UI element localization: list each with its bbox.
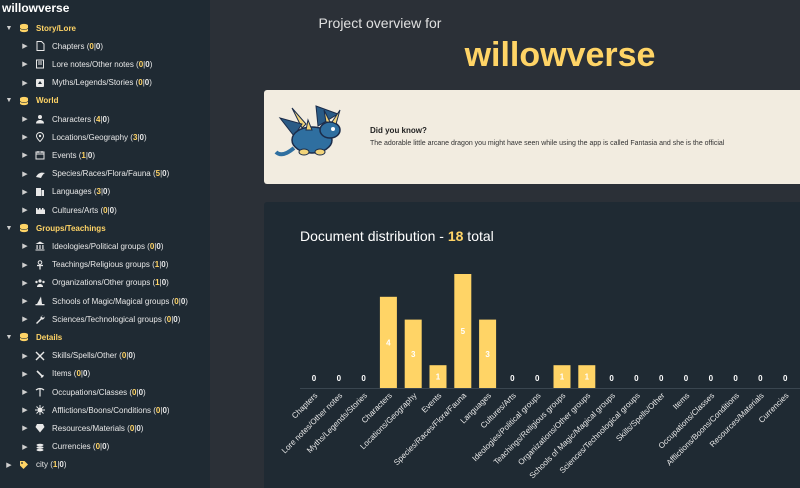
- data-label: 0: [609, 374, 614, 383]
- data-label: 0: [659, 374, 664, 383]
- data-label: 1: [560, 373, 565, 382]
- data-label: 5: [461, 327, 466, 336]
- data-label: 0: [337, 374, 342, 383]
- data-label: 0: [733, 374, 738, 383]
- data-label: 0: [783, 374, 788, 383]
- data-label: 4: [386, 338, 391, 347]
- data-label: 0: [634, 374, 639, 383]
- x-tick-label: Items: [671, 391, 691, 411]
- x-tick-label: Events: [420, 391, 444, 415]
- data-label: 0: [709, 374, 714, 383]
- data-label: 0: [361, 374, 366, 383]
- data-label: 0: [684, 374, 689, 383]
- data-label: 3: [485, 350, 490, 359]
- data-label: 0: [510, 374, 515, 383]
- data-label: 3: [411, 350, 416, 359]
- data-label: 0: [758, 374, 763, 383]
- data-label: 0: [312, 374, 317, 383]
- x-tick-label: Skills/Spells/Other: [614, 391, 666, 443]
- data-label: 1: [436, 373, 441, 382]
- data-label: 0: [535, 374, 540, 383]
- data-label: 1: [585, 373, 590, 382]
- document-distribution-chart: 0Chapters0Lore notes/Other notes0Myths/L…: [280, 274, 800, 480]
